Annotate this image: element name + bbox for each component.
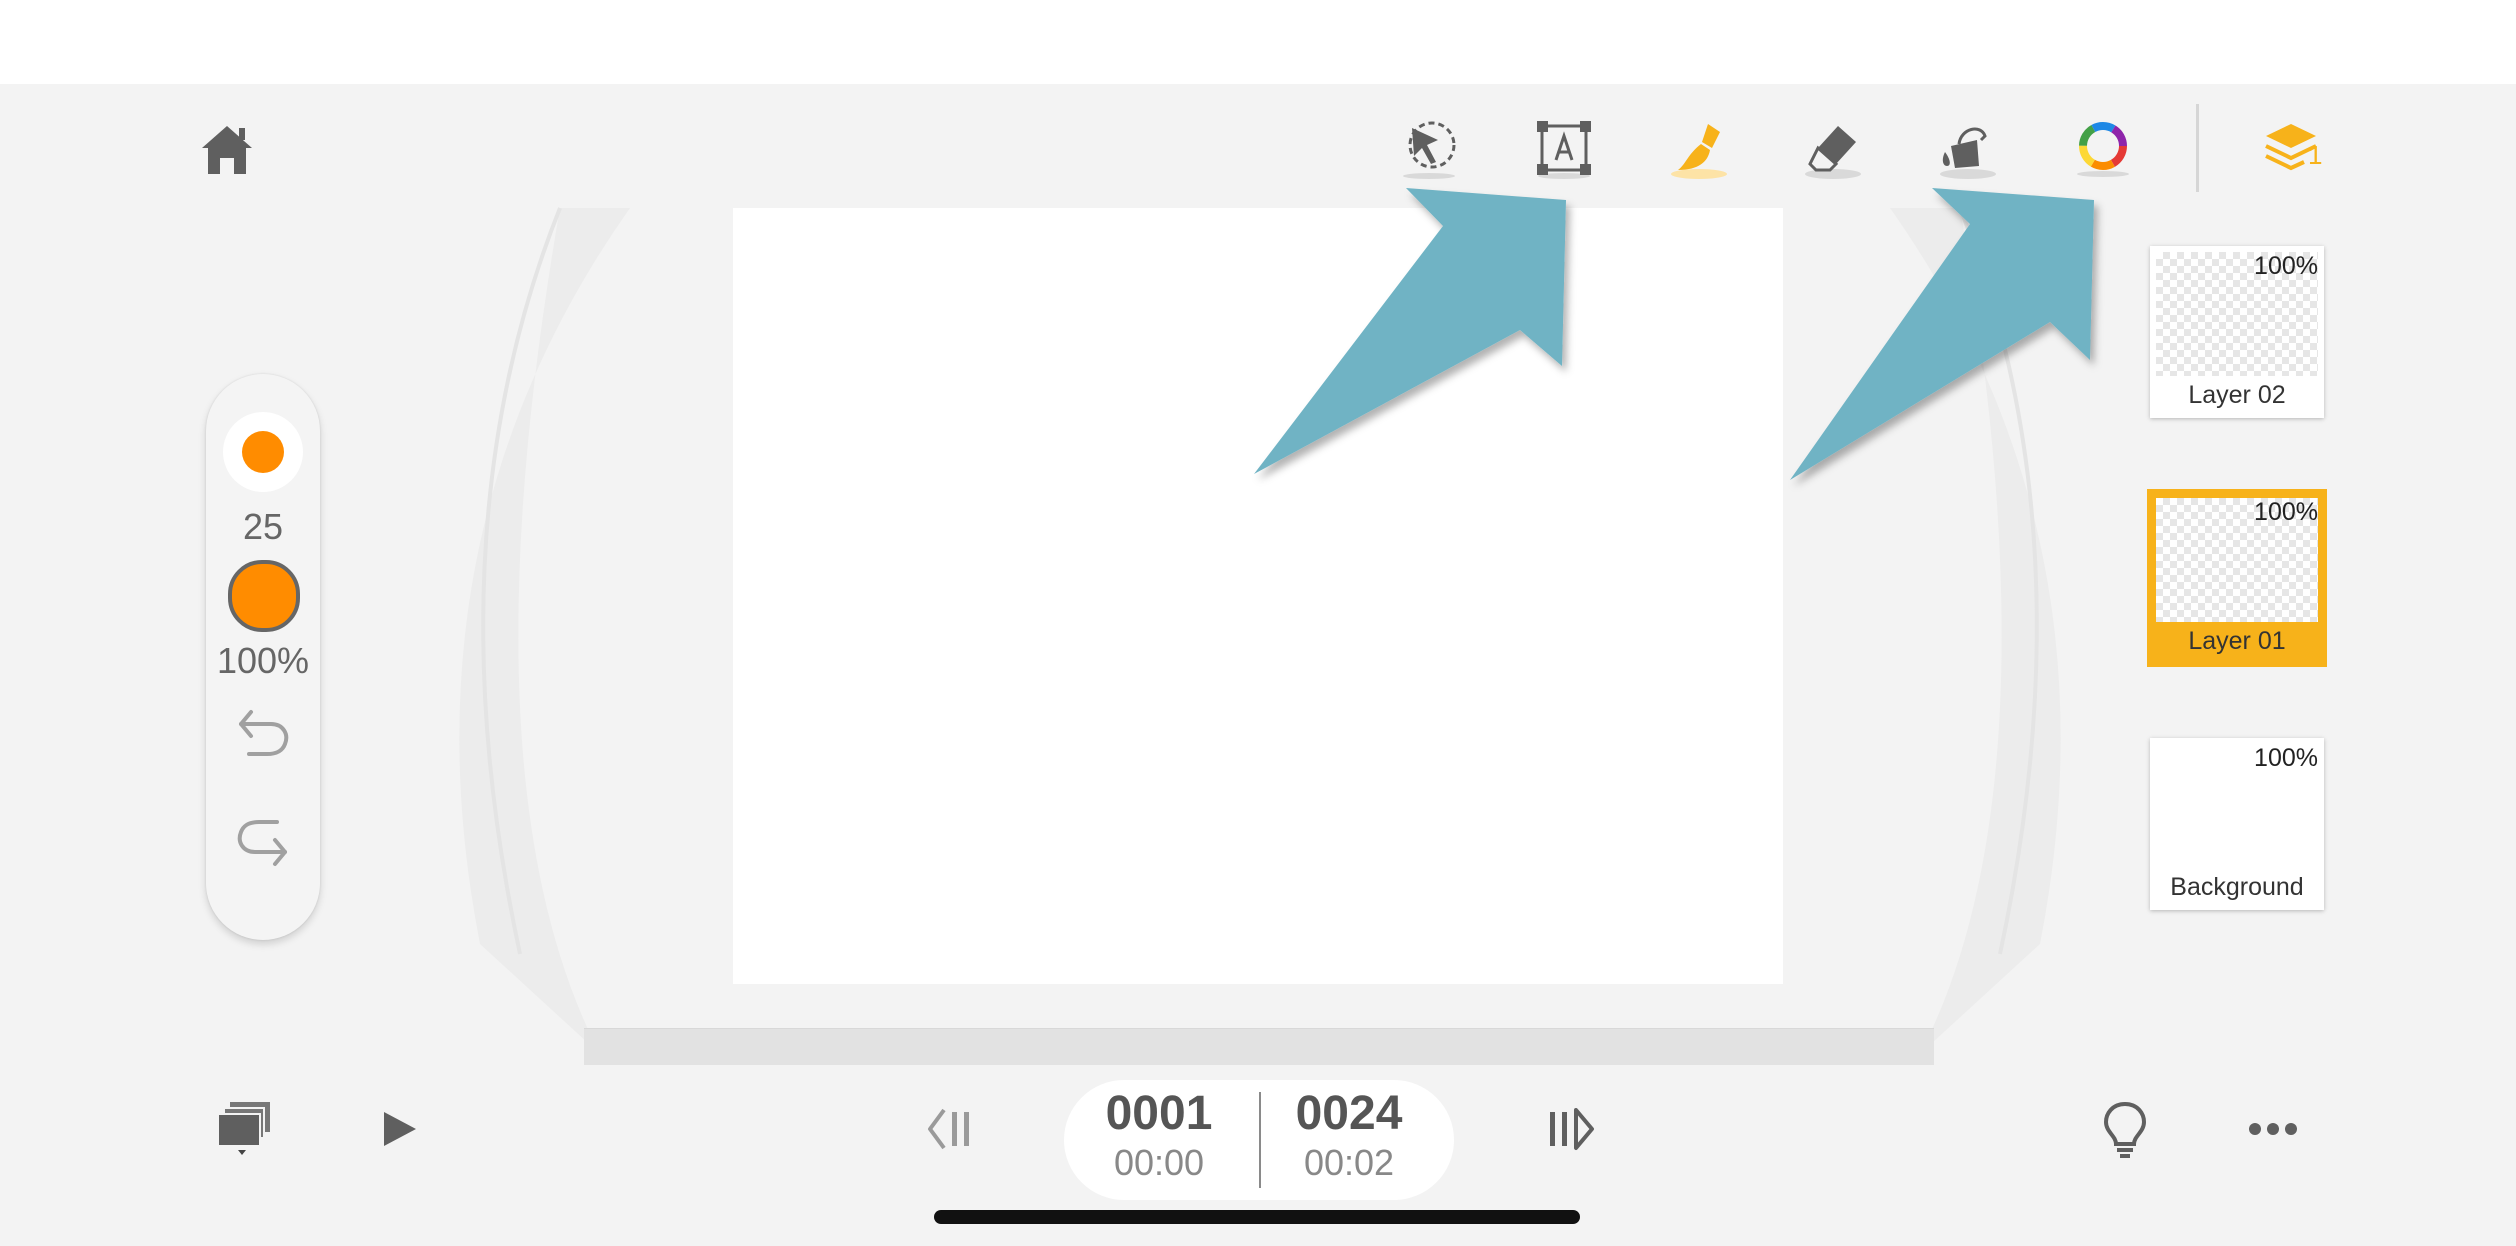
- undo-icon: [239, 710, 289, 756]
- play-icon: [384, 1112, 416, 1146]
- brush-size-dot: [242, 431, 284, 473]
- tips-button[interactable]: [2090, 1094, 2160, 1164]
- total-frame-number: 0024: [1295, 1087, 1403, 1140]
- brush-icon: [1671, 124, 1727, 179]
- layer-opacity: 100%: [2254, 252, 2318, 280]
- layer-name: Layer 01: [2188, 627, 2286, 655]
- drawing-canvas[interactable]: [733, 208, 1783, 984]
- layer-name: Layer 02: [2188, 381, 2286, 409]
- text-tool-button[interactable]: [1529, 114, 1599, 184]
- fill-tool-button[interactable]: [1933, 114, 2003, 184]
- eraser-icon: [1805, 126, 1861, 179]
- total-frame-time: 00:02: [1303, 1142, 1395, 1183]
- brush-size-value: 25: [242, 506, 284, 547]
- frame-counter-divider: [1259, 1092, 1261, 1188]
- layer-opacity: 100%: [2254, 498, 2318, 526]
- brush-opacity-value: 100%: [216, 640, 310, 681]
- undo-button[interactable]: [233, 702, 293, 762]
- current-frame-time: 00:00: [1113, 1142, 1205, 1183]
- lightbulb-icon: [2103, 1101, 2147, 1158]
- play-button[interactable]: [364, 1094, 434, 1164]
- home-indicator[interactable]: [934, 1210, 1580, 1224]
- selection-tool-button[interactable]: [1394, 114, 1464, 184]
- home-icon: [202, 126, 252, 174]
- more-options-button[interactable]: [2238, 1094, 2308, 1164]
- color-wheel-icon: [2077, 122, 2129, 177]
- layer-item-layer-01[interactable]: 100% Layer 01: [2150, 492, 2324, 664]
- home-button[interactable]: [192, 114, 262, 184]
- more-dots-icon: [2249, 1123, 2297, 1135]
- text-box-icon: [1537, 121, 1591, 179]
- lasso-select-icon: [1403, 121, 1456, 179]
- previous-frame-button[interactable]: [918, 1094, 988, 1164]
- paint-bucket-icon: [1940, 127, 1996, 179]
- previous-frame-icon: [928, 1108, 969, 1150]
- brush-color-swatch[interactable]: [228, 560, 300, 632]
- layers-button[interactable]: 1: [2256, 114, 2326, 184]
- eraser-tool-button[interactable]: [1798, 114, 1868, 184]
- color-picker-button[interactable]: [2068, 114, 2138, 184]
- next-frame-button[interactable]: [1536, 1094, 1606, 1164]
- layer-opacity: 100%: [2254, 744, 2318, 772]
- app-screen: 1 25 100% 100% Layer 02 100% Layer 01 10…: [0, 84, 2516, 1246]
- next-frame-icon: [1550, 1108, 1594, 1150]
- redo-icon: [237, 820, 287, 866]
- toolbar-divider: [2196, 104, 2199, 192]
- frames-menu-button[interactable]: [210, 1094, 280, 1164]
- current-frame-number: 0001: [1105, 1087, 1213, 1140]
- brush-tool-button[interactable]: [1664, 114, 1734, 184]
- layers-count-badge: 1: [2308, 140, 2323, 170]
- layer-name: Background: [2170, 873, 2304, 901]
- brush-size-well[interactable]: [223, 412, 303, 492]
- brush-settings-panel: 25 100%: [206, 374, 320, 940]
- layer-item-layer-02[interactable]: 100% Layer 02: [2150, 246, 2324, 418]
- frames-stack-icon: [217, 1102, 270, 1155]
- layer-item-background[interactable]: 100% Background: [2150, 738, 2324, 910]
- timeline-track: [584, 1028, 1934, 1065]
- redo-button[interactable]: [233, 812, 293, 872]
